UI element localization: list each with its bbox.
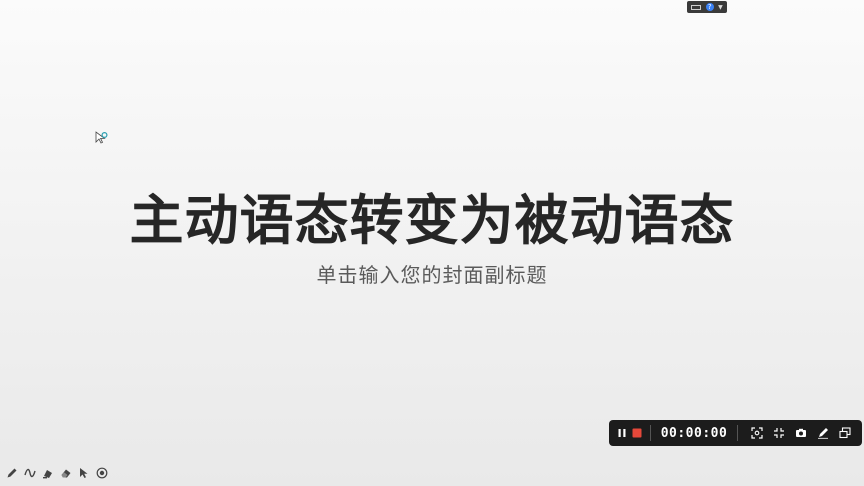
recording-toolbar: 00:00:00 bbox=[609, 420, 862, 446]
recording-timer: 00:00:00 bbox=[660, 425, 728, 441]
fullscreen-capture-icon bbox=[751, 427, 763, 439]
shrink-button[interactable] bbox=[769, 424, 789, 442]
window-mode-button[interactable] bbox=[835, 424, 855, 442]
camera-icon bbox=[796, 428, 806, 437]
help-icon[interactable]: ? bbox=[705, 3, 714, 11]
curve-icon bbox=[24, 468, 36, 478]
pointer-tool[interactable] bbox=[77, 466, 91, 480]
minimize-icon bbox=[774, 428, 784, 438]
marker-icon bbox=[43, 470, 52, 479]
pencil-tool[interactable] bbox=[5, 466, 19, 480]
pause-button[interactable] bbox=[616, 424, 629, 442]
record-dot-icon bbox=[96, 467, 108, 479]
pause-icon bbox=[618, 429, 626, 437]
slide-canvas: 主动语态转变为被动语态 单击输入您的封面副标题 bbox=[0, 0, 864, 486]
pointer-icon bbox=[80, 468, 88, 478]
annotation-toolbar bbox=[5, 466, 113, 480]
region-capture-button[interactable] bbox=[747, 424, 767, 442]
slide-title[interactable]: 主动语态转变为被动语态 bbox=[0, 176, 864, 255]
record-tool[interactable] bbox=[95, 466, 109, 480]
pen-cursor-icon bbox=[95, 131, 108, 144]
pen-icon bbox=[818, 428, 828, 439]
annotate-button[interactable] bbox=[813, 424, 833, 442]
screenshot-button[interactable] bbox=[791, 424, 811, 442]
stop-icon bbox=[632, 428, 642, 438]
chevron-down-icon[interactable]: ▼ bbox=[718, 4, 723, 11]
eraser-icon bbox=[61, 469, 71, 478]
toolbar-divider bbox=[650, 425, 651, 441]
window-icon bbox=[839, 427, 851, 439]
pencil-icon bbox=[7, 468, 17, 478]
toolbar-divider bbox=[737, 425, 738, 441]
mini-control-widget[interactable]: ? ▼ bbox=[687, 1, 727, 13]
monitor-icon[interactable] bbox=[691, 4, 702, 10]
curve-tool[interactable] bbox=[23, 466, 37, 480]
marker-tool[interactable] bbox=[41, 466, 55, 480]
stop-button[interactable] bbox=[631, 424, 644, 442]
slide-subtitle[interactable]: 单击输入您的封面副标题 bbox=[0, 259, 864, 288]
eraser-tool[interactable] bbox=[59, 466, 73, 480]
